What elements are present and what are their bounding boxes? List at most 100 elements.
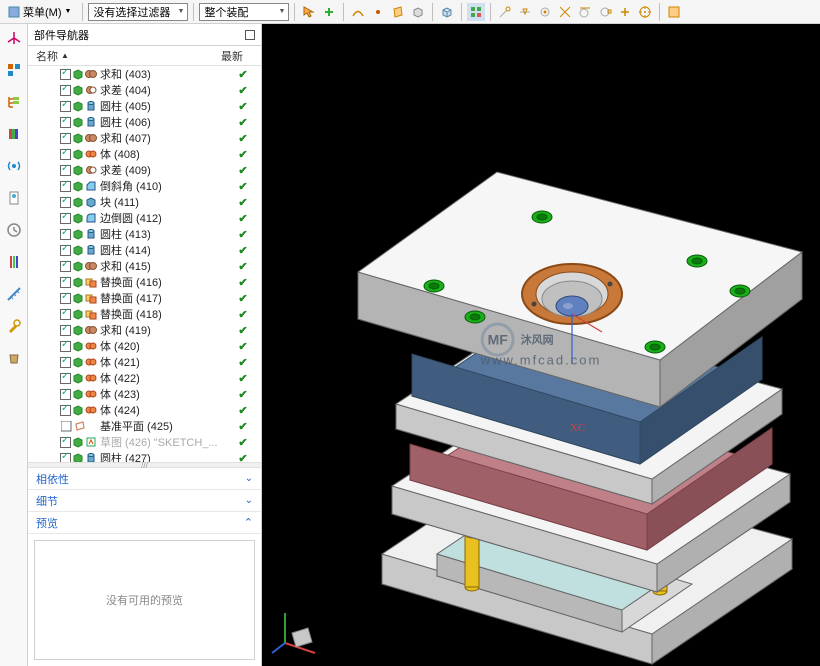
dependency-section[interactable]: 相依性 ⌄	[28, 468, 261, 490]
lt-tool-icon[interactable]	[4, 316, 24, 336]
checkbox-icon[interactable]	[60, 101, 71, 112]
tree-row[interactable]: 圆柱 (405)✔	[28, 98, 261, 114]
feature-label: 圆柱 (413)	[98, 226, 225, 242]
lt-bucket-icon[interactable]	[4, 348, 24, 368]
checkbox-off-icon[interactable]	[60, 420, 73, 433]
tree-row[interactable]: 体 (408)✔	[28, 146, 261, 162]
lt-palette-icon[interactable]	[4, 252, 24, 272]
checkbox-icon[interactable]	[60, 165, 71, 176]
tree-row[interactable]: 基准平面 (425)✔	[28, 418, 261, 434]
tree-row[interactable]: 块 (411)✔	[28, 194, 261, 210]
tree-row[interactable]: 圆柱 (414)✔	[28, 242, 261, 258]
feature-subtype-icon	[84, 132, 97, 145]
lt-book-icon[interactable]	[4, 124, 24, 144]
lt-tree-icon[interactable]	[4, 92, 24, 112]
tree-row[interactable]: 替换面 (417)✔	[28, 290, 261, 306]
checkbox-icon[interactable]	[60, 197, 71, 208]
tree-row[interactable]: 求和 (415)✔	[28, 258, 261, 274]
checkbox-icon[interactable]	[60, 133, 71, 144]
tree-row[interactable]: 求和 (407)✔	[28, 130, 261, 146]
tool-snap-target-icon[interactable]	[636, 3, 654, 21]
tool-pick-face-icon[interactable]	[389, 3, 407, 21]
checkbox-icon[interactable]	[60, 437, 71, 448]
tool-snap-tangent-icon[interactable]	[576, 3, 594, 21]
menu-button[interactable]: 菜单(M) ▼	[2, 2, 77, 22]
maximize-icon[interactable]	[245, 30, 255, 40]
tree-row[interactable]: 体 (420)✔	[28, 338, 261, 354]
checkbox-icon[interactable]	[60, 213, 71, 224]
tool-pick-curve-icon[interactable]	[349, 3, 367, 21]
checkbox-icon[interactable]	[60, 357, 71, 368]
checkbox-icon[interactable]	[60, 117, 71, 128]
tool-snap-quadrant-icon[interactable]	[596, 3, 614, 21]
tool-snap-end-icon[interactable]	[496, 3, 514, 21]
tool-pick-body-icon[interactable]	[409, 3, 427, 21]
tool-snap-plus-icon[interactable]	[616, 3, 634, 21]
checkbox-icon[interactable]	[60, 229, 71, 240]
viewport-3d[interactable]: XC MF 沐风网 www.mfcad.com	[262, 24, 820, 666]
tree-row[interactable]: 体 (424)✔	[28, 402, 261, 418]
tool-snap-intersect-icon[interactable]	[556, 3, 574, 21]
tree-row[interactable]: 替换面 (416)✔	[28, 274, 261, 290]
view-triad-icon[interactable]	[270, 598, 330, 658]
lt-history-icon[interactable]	[4, 220, 24, 240]
filter-dropdown[interactable]: 没有选择过滤器	[88, 3, 188, 21]
feature-label: 圆柱 (427)	[98, 450, 225, 462]
tree-row[interactable]: 圆柱 (406)✔	[28, 114, 261, 130]
feature-type-icon	[71, 340, 84, 353]
tree-row[interactable]: 倒斜角 (410)✔	[28, 178, 261, 194]
menu-label: 菜单(M)	[23, 4, 62, 20]
tool-snap-grid-icon[interactable]	[467, 3, 485, 21]
assembly-dropdown[interactable]: 整个装配	[199, 3, 289, 21]
feature-type-icon	[71, 84, 84, 97]
tool-snap-center-icon[interactable]	[536, 3, 554, 21]
lt-nav-icon[interactable]	[4, 60, 24, 80]
checkbox-icon[interactable]	[60, 325, 71, 336]
tool-snap-mid-icon[interactable]	[516, 3, 534, 21]
details-section[interactable]: 细节 ⌄	[28, 490, 261, 512]
tree-row[interactable]: 替换面 (418)✔	[28, 306, 261, 322]
checkbox-icon[interactable]	[60, 389, 71, 400]
checkbox-icon[interactable]	[60, 309, 71, 320]
checkbox-icon[interactable]	[60, 293, 71, 304]
preview-header[interactable]: 预览 ⌃	[28, 512, 261, 534]
tool-layer-icon[interactable]	[665, 3, 683, 21]
tool-cube-icon[interactable]	[438, 3, 456, 21]
tree-row[interactable]: 体 (421)✔	[28, 354, 261, 370]
column-name[interactable]: 名称 ▲	[36, 48, 221, 64]
checkbox-icon[interactable]	[60, 261, 71, 272]
checkbox-icon[interactable]	[60, 405, 71, 416]
column-latest[interactable]: 最新	[221, 48, 261, 64]
tree-row[interactable]: 求差 (404)✔	[28, 82, 261, 98]
checkbox-icon[interactable]	[60, 69, 71, 80]
tree-row[interactable]: 草图 (426) "SKETCH_...✔	[28, 434, 261, 450]
tree-row[interactable]: 体 (423)✔	[28, 386, 261, 402]
tool-add-icon[interactable]	[320, 3, 338, 21]
tree-row[interactable]: 圆柱 (413)✔	[28, 226, 261, 242]
lt-broadcast-icon[interactable]	[4, 156, 24, 176]
feature-subtype-icon	[84, 372, 97, 385]
tree-row[interactable]: 求差 (409)✔	[28, 162, 261, 178]
checkbox-icon[interactable]	[60, 149, 71, 160]
tree-row[interactable]: 边倒圆 (412)✔	[28, 210, 261, 226]
row-icons	[60, 436, 98, 449]
checkbox-icon[interactable]	[60, 181, 71, 192]
sort-up-icon: ▲	[61, 51, 69, 60]
tree-row[interactable]: 体 (422)✔	[28, 370, 261, 386]
checkbox-icon[interactable]	[60, 373, 71, 384]
lt-page-icon[interactable]	[4, 188, 24, 208]
latest-check-icon: ✔	[225, 260, 261, 273]
tree-row[interactable]: 求和 (419)✔	[28, 322, 261, 338]
checkbox-icon[interactable]	[60, 341, 71, 352]
checkbox-icon[interactable]	[60, 85, 71, 96]
tree-row[interactable]: 求和 (403)✔	[28, 66, 261, 82]
row-icons	[60, 100, 98, 113]
tool-select-icon[interactable]	[300, 3, 318, 21]
feature-tree[interactable]: 求和 (403)✔求差 (404)✔圆柱 (405)✔圆柱 (406)✔求和 (…	[28, 66, 261, 462]
checkbox-icon[interactable]	[60, 277, 71, 288]
lt-csys-icon[interactable]	[4, 28, 24, 48]
checkbox-icon[interactable]	[60, 245, 71, 256]
checkbox-icon[interactable]	[60, 453, 71, 463]
lt-measure-icon[interactable]	[4, 284, 24, 304]
tool-pick-point-icon[interactable]	[369, 3, 387, 21]
